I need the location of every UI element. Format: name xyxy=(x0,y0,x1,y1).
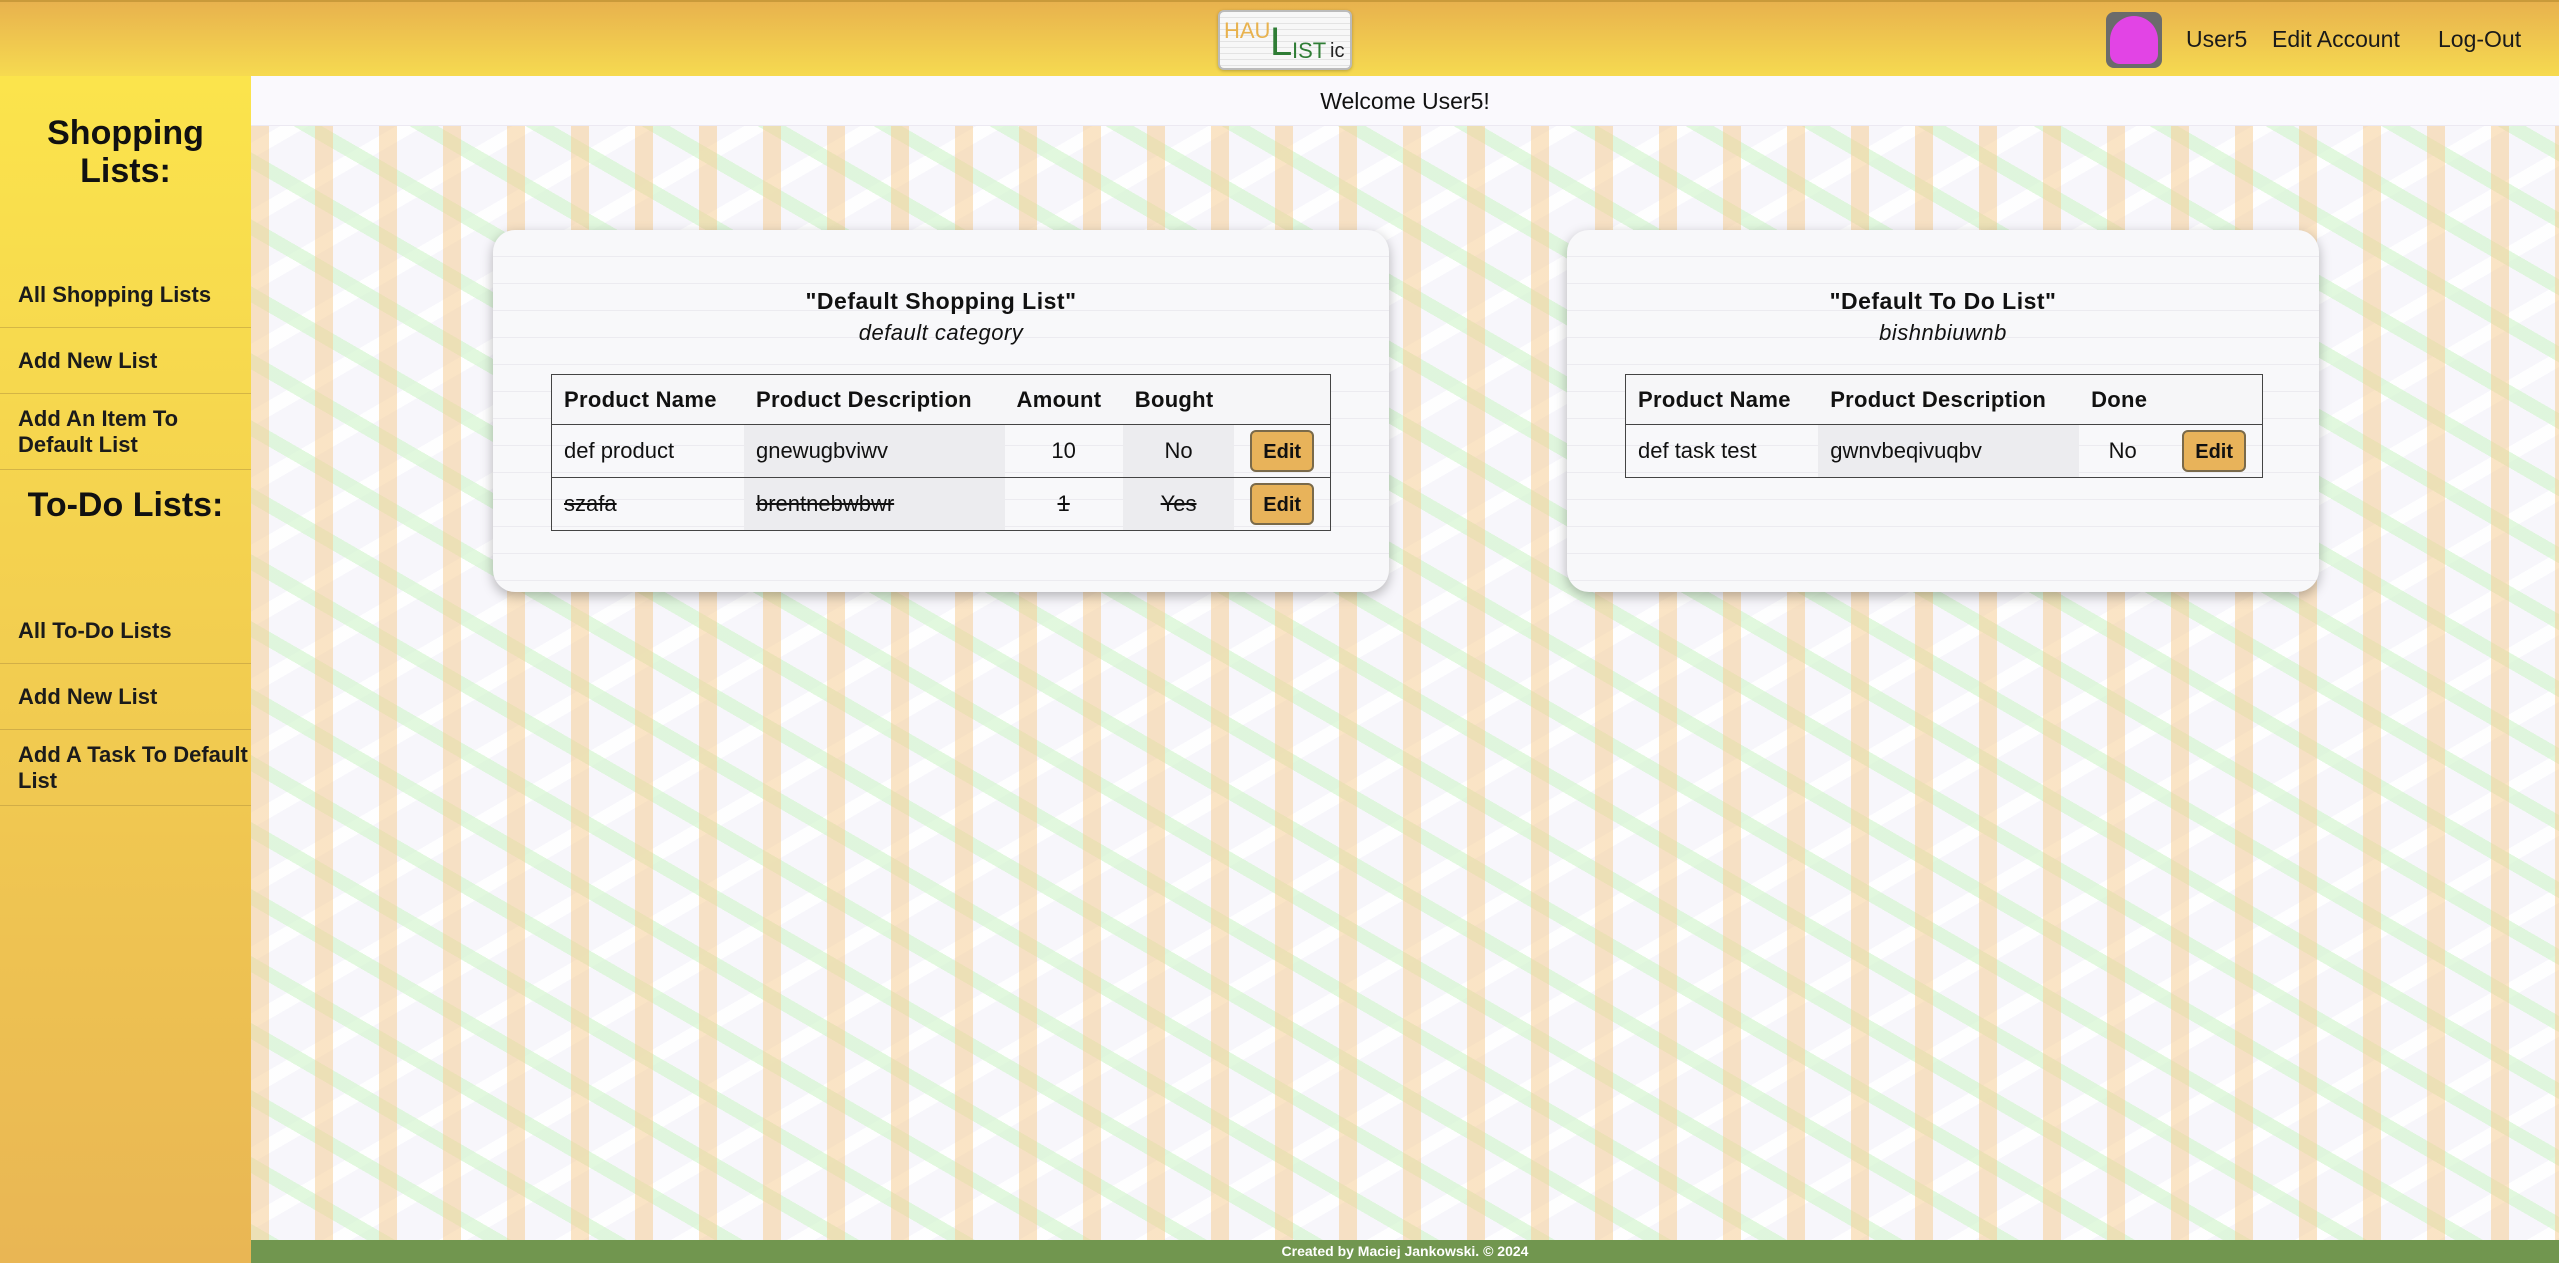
column-header-amount: Amount xyxy=(1004,374,1123,425)
done-cell: No xyxy=(2079,424,2167,478)
actions-cell: Edit xyxy=(1234,424,1331,478)
sidebar-item-add-item-default-list[interactable]: Add An Item To Default List xyxy=(0,394,251,470)
username-link[interactable]: User5 xyxy=(2186,26,2247,53)
column-header-actions xyxy=(2166,374,2263,425)
sidebar-item-add-new-todo-list[interactable]: Add New List xyxy=(0,664,251,730)
amount-cell: 10 xyxy=(1004,424,1123,478)
column-header-product-description: Product Description xyxy=(1818,374,2080,425)
todo-lists-heading: To-Do Lists: xyxy=(27,486,224,524)
todo-list-table: Product Name Product Description Done de… xyxy=(1625,374,2263,478)
logo-text-ist: IST xyxy=(1292,38,1327,63)
table-row: szafa brentnebwbwr 1 Yes Edit xyxy=(551,477,1331,531)
avatar-heart-shape xyxy=(2110,16,2158,64)
product-name-cell: szafa xyxy=(551,477,744,531)
shopping-list-title: "Default Shopping List" xyxy=(805,288,1077,314)
column-header-bought: Bought xyxy=(1122,374,1235,425)
main-content: Welcome User5! "Default Shopping List" d… xyxy=(251,76,2559,1240)
product-description-cell: brentnebwbwr xyxy=(743,477,1005,531)
footer-credits: Created by Maciej Jankowski. © 2024 xyxy=(251,1240,2559,1263)
task-description-cell: gwnvbeqivuqbv xyxy=(1818,424,2080,478)
todo-list-title: "Default To Do List" xyxy=(1829,288,2057,314)
top-navbar: HAU L IST ic User5 Edit Account Log-Out xyxy=(0,0,2559,76)
sidebar-item-add-new-shopping-list[interactable]: Add New List xyxy=(0,328,251,394)
todo-list-category: bishnbiuwnb xyxy=(1879,320,2007,345)
logo-text-l: L xyxy=(1270,20,1293,64)
bought-cell: Yes xyxy=(1122,477,1235,531)
default-shopping-list-card: "Default Shopping List" default category… xyxy=(493,230,1389,592)
logo-text-hau: HAU xyxy=(1224,18,1271,43)
edit-account-link[interactable]: Edit Account xyxy=(2272,26,2400,53)
welcome-message: Welcome User5! xyxy=(251,76,2559,126)
table-header-row: Product Name Product Description Amount … xyxy=(551,374,1331,425)
edit-button[interactable]: Edit xyxy=(2182,430,2247,472)
amount-cell: 1 xyxy=(1004,477,1123,531)
column-header-done: Done xyxy=(2079,374,2167,425)
product-description-cell: gnewugbviwv xyxy=(743,424,1005,478)
edit-button[interactable]: Edit xyxy=(1250,430,1315,472)
default-todo-list-card: "Default To Do List" bishnbiuwnb Product… xyxy=(1567,230,2319,592)
logout-link[interactable]: Log-Out xyxy=(2438,26,2521,53)
product-name-cell: def product xyxy=(551,424,744,478)
column-header-product-name: Product Name xyxy=(551,374,744,425)
sidebar-item-add-task-default-list[interactable]: Add A Task To Default List xyxy=(0,730,251,806)
column-header-product-name: Product Name xyxy=(1625,374,1819,425)
task-name-cell: def task test xyxy=(1625,424,1819,478)
table-row: def product gnewugbviwv 10 No Edit xyxy=(551,424,1331,478)
sidebar-item-all-todo-lists[interactable]: All To-Do Lists xyxy=(0,598,251,664)
heart-avatar-icon[interactable] xyxy=(2106,12,2162,68)
column-header-actions xyxy=(1234,374,1331,425)
edit-button[interactable]: Edit xyxy=(1250,483,1315,525)
column-header-product-description: Product Description xyxy=(743,374,1005,425)
sidebar: Shopping Lists: All Shopping Lists Add N… xyxy=(0,76,251,1263)
shopping-list-category: default category xyxy=(858,320,1024,345)
actions-cell: Edit xyxy=(1234,477,1331,531)
shopping-list-table: Product Name Product Description Amount … xyxy=(551,374,1331,531)
table-row: def task test gwnvbeqivuqbv No Edit xyxy=(1625,424,2263,478)
actions-cell: Edit xyxy=(2166,424,2263,478)
table-header-row: Product Name Product Description Done xyxy=(1625,374,2263,425)
haulistic-logo[interactable]: HAU L IST ic xyxy=(1218,10,1352,70)
bought-cell: No xyxy=(1122,424,1235,478)
logo-text-ic: ic xyxy=(1330,40,1345,62)
shopping-lists-heading: Shopping Lists: xyxy=(47,114,204,190)
sidebar-item-all-shopping-lists[interactable]: All Shopping Lists xyxy=(0,262,251,328)
